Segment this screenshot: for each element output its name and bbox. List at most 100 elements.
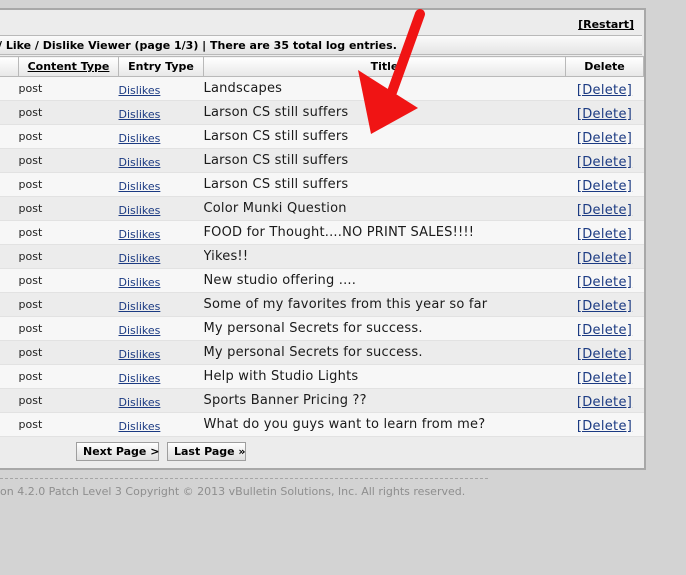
entry-type-cell: Dislikes bbox=[118, 316, 204, 341]
entry-type-link[interactable]: Dislikes bbox=[119, 348, 161, 361]
header-content-type[interactable]: Content Type bbox=[18, 56, 119, 77]
delete-link[interactable]: [Delete] bbox=[577, 179, 632, 194]
row-leading-cell bbox=[0, 388, 19, 413]
delete-cell: [Delete] bbox=[565, 412, 644, 437]
entry-type-cell: Dislikes bbox=[118, 196, 204, 221]
last-page-button[interactable]: Last Page » bbox=[167, 442, 246, 461]
delete-cell: [Delete] bbox=[565, 244, 644, 269]
title-cell: Some of my favorites from this year so f… bbox=[203, 292, 566, 317]
delete-cell: [Delete] bbox=[565, 76, 644, 101]
delete-cell: [Delete] bbox=[565, 388, 644, 413]
delete-cell: [Delete] bbox=[565, 100, 644, 125]
restart-link[interactable]: [Restart] bbox=[578, 18, 634, 31]
table-row: post Dislikes Landscapes [Delete] bbox=[0, 76, 644, 101]
delete-link[interactable]: [Delete] bbox=[577, 131, 632, 146]
entry-type-link[interactable]: Dislikes bbox=[119, 204, 161, 217]
table-row: post Dislikes Larson CS still suffers [Dele… bbox=[0, 124, 644, 149]
delete-link[interactable]: [Delete] bbox=[577, 323, 632, 338]
log-table: Content Type Entry Type Title Delete pos… bbox=[0, 56, 644, 437]
entry-type-link[interactable]: Dislikes bbox=[119, 276, 161, 289]
delete-cell: [Delete] bbox=[565, 340, 644, 365]
delete-cell: [Delete] bbox=[565, 292, 644, 317]
delete-cell: [Delete] bbox=[565, 196, 644, 221]
entry-type-cell: Dislikes bbox=[118, 244, 204, 269]
entry-type-link[interactable]: Dislikes bbox=[119, 108, 161, 121]
entry-type-cell: Dislikes bbox=[118, 340, 204, 365]
content-type-cell: post bbox=[18, 412, 119, 437]
header-title: Title bbox=[203, 56, 566, 77]
entry-type-link[interactable]: Dislikes bbox=[119, 252, 161, 265]
delete-link[interactable]: [Delete] bbox=[577, 107, 632, 122]
title-cell: What do you guys want to learn from me? bbox=[203, 412, 566, 437]
content-type-cell: post bbox=[18, 196, 119, 221]
delete-link[interactable]: [Delete] bbox=[577, 227, 632, 242]
delete-link[interactable]: [Delete] bbox=[577, 299, 632, 314]
entry-type-cell: Dislikes bbox=[118, 388, 204, 413]
entry-type-link[interactable]: Dislikes bbox=[119, 372, 161, 385]
delete-cell: [Delete] bbox=[565, 124, 644, 149]
delete-link[interactable]: [Delete] bbox=[577, 371, 632, 386]
viewer-title: / Like / Dislike Viewer (page 1/3) | The… bbox=[0, 39, 397, 52]
title-cell: Landscapes bbox=[203, 76, 566, 101]
entry-type-cell: Dislikes bbox=[118, 76, 204, 101]
entry-type-link[interactable]: Dislikes bbox=[119, 300, 161, 313]
content-type-cell: post bbox=[18, 76, 119, 101]
title-cell: Larson CS still suffers bbox=[203, 124, 566, 149]
copyright-text: on 4.2.0 Patch Level 3 Copyright © 2013 … bbox=[0, 485, 466, 498]
entry-type-cell: Dislikes bbox=[118, 268, 204, 293]
entry-type-cell: Dislikes bbox=[118, 148, 204, 173]
delete-cell: [Delete] bbox=[565, 316, 644, 341]
entry-type-link[interactable]: Dislikes bbox=[119, 228, 161, 241]
delete-cell: [Delete] bbox=[565, 220, 644, 245]
viewer-title-bar: / Like / Dislike Viewer (page 1/3) | The… bbox=[0, 35, 642, 55]
entry-type-cell: Dislikes bbox=[118, 364, 204, 389]
table-row: post Dislikes Help with Studio Lights [Dele… bbox=[0, 364, 644, 389]
delete-link[interactable]: [Delete] bbox=[577, 395, 632, 410]
restart-bar: [Restart] bbox=[0, 14, 642, 36]
entry-type-link[interactable]: Dislikes bbox=[119, 84, 161, 97]
entry-type-link[interactable]: Dislikes bbox=[119, 396, 161, 409]
header-cell-leading bbox=[0, 56, 19, 77]
content-type-cell: post bbox=[18, 124, 119, 149]
table-row: post Dislikes What do you guys want to lea… bbox=[0, 412, 644, 437]
content-type-cell: post bbox=[18, 388, 119, 413]
entry-type-cell: Dislikes bbox=[118, 100, 204, 125]
entry-type-cell: Dislikes bbox=[118, 220, 204, 245]
content-type-cell: post bbox=[18, 100, 119, 125]
content-type-cell: post bbox=[18, 244, 119, 269]
row-leading-cell bbox=[0, 244, 19, 269]
title-cell: Larson CS still suffers bbox=[203, 172, 566, 197]
table-header-row: Content Type Entry Type Title Delete bbox=[0, 56, 644, 77]
row-leading-cell bbox=[0, 76, 19, 101]
entry-type-cell: Dislikes bbox=[118, 172, 204, 197]
delete-link[interactable]: [Delete] bbox=[577, 251, 632, 266]
delete-link[interactable]: [Delete] bbox=[577, 83, 632, 98]
entry-type-link[interactable]: Dislikes bbox=[119, 180, 161, 193]
delete-link[interactable]: [Delete] bbox=[577, 419, 632, 434]
row-leading-cell bbox=[0, 100, 19, 125]
content-type-cell: post bbox=[18, 148, 119, 173]
header-entry-type: Entry Type bbox=[118, 56, 204, 77]
delete-cell: [Delete] bbox=[565, 172, 644, 197]
delete-link[interactable]: [Delete] bbox=[577, 203, 632, 218]
entry-type-link[interactable]: Dislikes bbox=[119, 132, 161, 145]
entry-type-link[interactable]: Dislikes bbox=[119, 420, 161, 433]
row-leading-cell bbox=[0, 412, 19, 437]
title-cell: Sports Banner Pricing ?? bbox=[203, 388, 566, 413]
entry-type-cell: Dislikes bbox=[118, 412, 204, 437]
table-row: post Dislikes Sports Banner Pricing ?? [Del… bbox=[0, 388, 644, 413]
table-row: post Dislikes My personal Secrets for succ… bbox=[0, 340, 644, 365]
next-page-button[interactable]: Next Page > bbox=[76, 442, 159, 461]
delete-link[interactable]: [Delete] bbox=[577, 275, 632, 290]
delete-link[interactable]: [Delete] bbox=[577, 347, 632, 362]
log-table-body: post Dislikes Landscapes [Delete] post Dislik… bbox=[0, 76, 644, 437]
title-cell: FOOD for Thought....NO PRINT SALES!!!! bbox=[203, 220, 566, 245]
row-leading-cell bbox=[0, 220, 19, 245]
entry-type-link[interactable]: Dislikes bbox=[119, 324, 161, 337]
delete-link[interactable]: [Delete] bbox=[577, 155, 632, 170]
delete-cell: [Delete] bbox=[565, 148, 644, 173]
entry-type-link[interactable]: Dislikes bbox=[119, 156, 161, 169]
title-cell: Larson CS still suffers bbox=[203, 100, 566, 125]
table-row: post Dislikes FOOD for Thought....NO PRINT… bbox=[0, 220, 644, 245]
table-row: post Dislikes Larson CS still suffers [Dele… bbox=[0, 172, 644, 197]
